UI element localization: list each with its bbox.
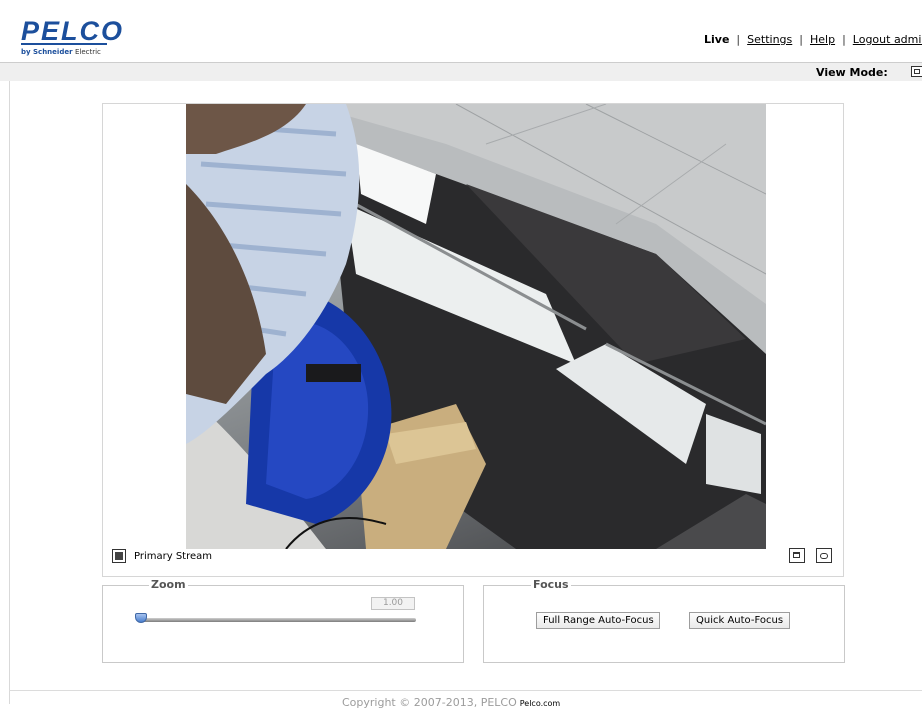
video-scene [186, 104, 766, 549]
logo-brand-suffix: Electric [74, 48, 101, 56]
nav-live[interactable]: Live [704, 33, 729, 46]
live-video-panel: Primary Stream [102, 103, 844, 577]
popout-window-icon[interactable] [789, 548, 805, 563]
quick-autofocus-button[interactable]: Quick Auto-Focus [689, 612, 790, 629]
nav-separator: | [842, 33, 846, 46]
zoom-panel: Zoom 1.00 [102, 578, 464, 663]
nav-logout[interactable]: Logout admin [853, 33, 922, 46]
zoom-legend: Zoom [149, 578, 188, 592]
zoom-value-field: 1.00 [371, 597, 415, 610]
focus-legend: Focus [531, 578, 571, 592]
view-mode-icon[interactable] [911, 66, 922, 77]
logo-wordmark: PELCO [21, 16, 125, 46]
logo-subtitle: by Schneider Electric [21, 48, 101, 56]
logo-brand: by Schneider [21, 48, 73, 56]
nav-settings[interactable]: Settings [747, 33, 792, 46]
nav-separator: | [799, 33, 803, 46]
copyright-text: Copyright © 2007-2013, PELCO Pelco.com [342, 696, 560, 709]
copyright-notice: Copyright © 2007-2013, PELCO [342, 696, 517, 709]
snapshot-camera-icon[interactable] [816, 548, 832, 563]
stream-settings-icon[interactable] [112, 549, 126, 563]
live-video-feed[interactable] [186, 104, 766, 549]
pelco-logo: PELCO by Schneider Electric [21, 16, 125, 62]
top-navigation: Live | Settings | Help | Logout admin [704, 33, 922, 47]
focus-panel: Focus Full Range Auto-Focus Quick Auto-F… [483, 578, 845, 663]
nav-separator: | [736, 33, 741, 46]
primary-stream-label: Primary Stream [134, 551, 213, 562]
zoom-slider-track[interactable] [138, 618, 416, 622]
left-border [9, 81, 10, 704]
view-mode-label: View Mode: [816, 66, 888, 79]
view-mode-bar [0, 63, 922, 81]
logo-underline [21, 43, 107, 45]
full-range-autofocus-button[interactable]: Full Range Auto-Focus [536, 612, 660, 629]
nav-help[interactable]: Help [810, 33, 835, 46]
footer-divider [9, 690, 922, 691]
